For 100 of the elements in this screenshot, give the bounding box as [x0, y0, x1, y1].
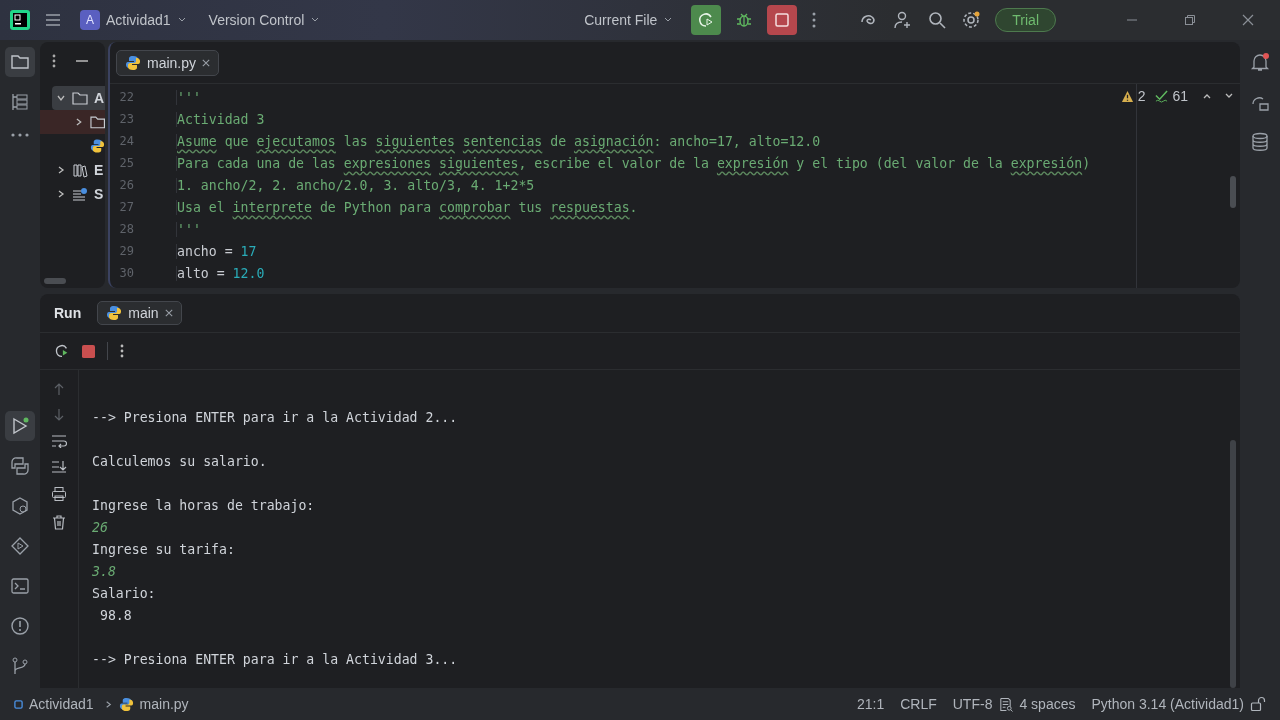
line-number: 25: [118, 156, 134, 170]
console-line: 3.8: [92, 563, 116, 579]
breadcrumb[interactable]: Actividad1: [29, 696, 94, 712]
console-line: --> Presiona ENTER para ir a la Actividad 3...: [92, 651, 458, 667]
tree-item[interactable]: S: [40, 182, 105, 206]
interpreter[interactable]: Python 3.14 (Actividad1): [1091, 696, 1244, 712]
more-icon[interactable]: [811, 11, 818, 29]
code-line: ''': [176, 221, 201, 237]
folder-icon: [89, 114, 105, 130]
chevron-icon[interactable]: [56, 189, 66, 199]
trial-badge[interactable]: Trial: [995, 8, 1056, 32]
file-encoding[interactable]: UTF-8: [952, 696, 993, 712]
search-icon[interactable]: [927, 10, 948, 30]
packages-icon[interactable]: [10, 496, 30, 516]
code-line: Usa el interprete de Python para comprobar tus respuestas.: [176, 199, 638, 215]
code-line: alto = 12.0: [176, 265, 265, 281]
project-dropdown[interactable]: A Actividad1: [76, 10, 191, 30]
tab-label: main.py: [147, 54, 197, 71]
structure-icon[interactable]: [10, 92, 30, 112]
tree-label: S: [94, 186, 104, 202]
rerun-button[interactable]: [691, 5, 722, 35]
folder-icon: [72, 90, 88, 106]
close-icon[interactable]: [202, 58, 211, 67]
version-control-dropdown[interactable]: Version Control: [204, 12, 325, 28]
scratches-icon: [72, 186, 88, 202]
indent-setting[interactable]: 4 spaces: [1019, 696, 1076, 712]
unlock-icon[interactable]: [1250, 696, 1266, 712]
stop-icon[interactable]: [82, 344, 95, 358]
tree-item[interactable]: [40, 110, 105, 134]
warning-count: 2: [1137, 88, 1146, 104]
chevron-icon[interactable]: [56, 165, 66, 175]
settings-icon[interactable]: [961, 10, 982, 30]
line-number: 27: [118, 200, 134, 214]
trash-icon[interactable]: [51, 514, 67, 530]
code-line: 1. ancho/2, 2. ancho/2.0, 3. alto/3, 4. 1+2*5: [176, 177, 535, 193]
code-line: ''': [176, 89, 201, 105]
line-number: 30: [118, 266, 134, 280]
line-number: 28: [118, 222, 134, 236]
line-number: 22: [118, 90, 134, 104]
folder-icon[interactable]: [5, 47, 35, 77]
services-icon[interactable]: [10, 536, 30, 556]
terminal-icon[interactable]: [10, 576, 30, 596]
problems-icon[interactable]: [10, 616, 30, 636]
console-line: --> Presiona ENTER para ir a la Actividad 2...: [92, 409, 458, 425]
console-line: Ingrese la horas de trabajo:: [92, 497, 315, 513]
python-icon: [118, 696, 134, 712]
run-configuration-dropdown[interactable]: Current File: [580, 12, 678, 28]
scroll-to-end-icon[interactable]: [51, 460, 67, 474]
project-badge: A: [80, 10, 100, 30]
scrollbar[interactable]: [1230, 176, 1236, 208]
scrollbar[interactable]: [44, 278, 66, 284]
line-number: 23: [118, 112, 134, 126]
run-tab[interactable]: main: [97, 301, 182, 325]
console-line: 98.8: [98, 607, 132, 623]
typo-count: 61: [1172, 88, 1188, 104]
python-icon: [125, 54, 141, 71]
run-icon[interactable]: [5, 411, 35, 441]
soft-wrap-icon[interactable]: [51, 434, 67, 448]
arrow-down-icon[interactable]: [52, 408, 66, 422]
line-ending[interactable]: CRLF: [900, 696, 937, 712]
notifications-icon[interactable]: [1250, 52, 1270, 72]
chevron-icon[interactable]: [74, 117, 84, 127]
python-icon: [106, 305, 123, 321]
tree-label: E: [94, 162, 104, 178]
bug-icon[interactable]: [735, 11, 754, 29]
indent-icon: [998, 696, 1014, 712]
project-icon: [14, 699, 23, 709]
print-icon[interactable]: [51, 486, 67, 502]
close-icon[interactable]: [1242, 14, 1254, 26]
app-logo-icon[interactable]: [10, 10, 30, 30]
warning-icon[interactable]: [1120, 89, 1134, 103]
git-branch-icon[interactable]: [10, 656, 30, 676]
menu-icon[interactable]: [44, 11, 62, 29]
python-icon: [90, 138, 105, 154]
chevron-icon[interactable]: [56, 93, 66, 103]
more-icon[interactable]: [10, 132, 30, 138]
tree-item[interactable]: E: [40, 158, 105, 182]
books-icon: [72, 162, 88, 178]
stop-button[interactable]: [767, 5, 798, 35]
line-number: 26: [118, 178, 134, 192]
options-icon[interactable]: [52, 54, 56, 68]
more-icon[interactable]: [120, 344, 124, 358]
code-line: Actividad 3: [176, 111, 265, 127]
file-tab[interactable]: main.py: [116, 49, 220, 76]
line-number: 24: [118, 134, 134, 148]
scrollbar[interactable]: [1230, 440, 1236, 688]
tree-item[interactable]: A: [52, 86, 105, 110]
close-icon[interactable]: [164, 309, 173, 317]
cursor-position[interactable]: 21:1: [856, 696, 885, 712]
restore-icon[interactable]: [1184, 14, 1196, 26]
arrow-up-icon[interactable]: [52, 382, 66, 396]
line-number: 29: [118, 244, 134, 258]
check-icon[interactable]: [1155, 89, 1169, 103]
rerun-icon[interactable]: [54, 343, 70, 359]
database-icon[interactable]: [1250, 132, 1270, 152]
code-line: Asume que ejecutamos las siguientes sentencias de asignación: ancho=17, alto=12.0: [176, 133, 821, 149]
breadcrumb[interactable]: main.py: [139, 696, 189, 712]
code-line: Para cada una de las expresiones siguientes, escribe el valor de la expresión y el tipo (del valor de la expresión): [176, 155, 1091, 171]
tab-label: main: [128, 305, 159, 321]
python-console-icon[interactable]: [10, 456, 30, 476]
